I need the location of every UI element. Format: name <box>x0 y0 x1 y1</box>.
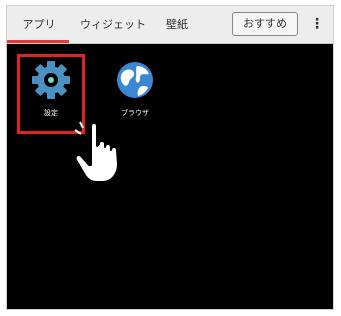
more-menu-icon[interactable]: ⋮ <box>307 6 327 43</box>
tab-bar: アプリ ウィジェット 壁紙 おすすめ ⋮ <box>7 6 333 44</box>
tab-apps[interactable]: アプリ <box>7 6 71 43</box>
tab-widgets[interactable]: ウィジェット <box>75 6 151 43</box>
active-tab-indicator <box>7 40 69 43</box>
tab-wallpaper[interactable]: 壁紙 <box>157 6 197 43</box>
app-browser[interactable]: ブラウザ <box>103 60 167 118</box>
globe-browser-icon <box>117 62 153 98</box>
app-drawer: アプリ ウィジェット 壁紙 おすすめ ⋮ 設定 ブラウザ <box>6 5 334 310</box>
app-label-browser: ブラウザ <box>121 109 149 117</box>
pointing-hand-icon <box>73 120 119 183</box>
tab-recommend[interactable]: おすすめ <box>232 12 298 36</box>
